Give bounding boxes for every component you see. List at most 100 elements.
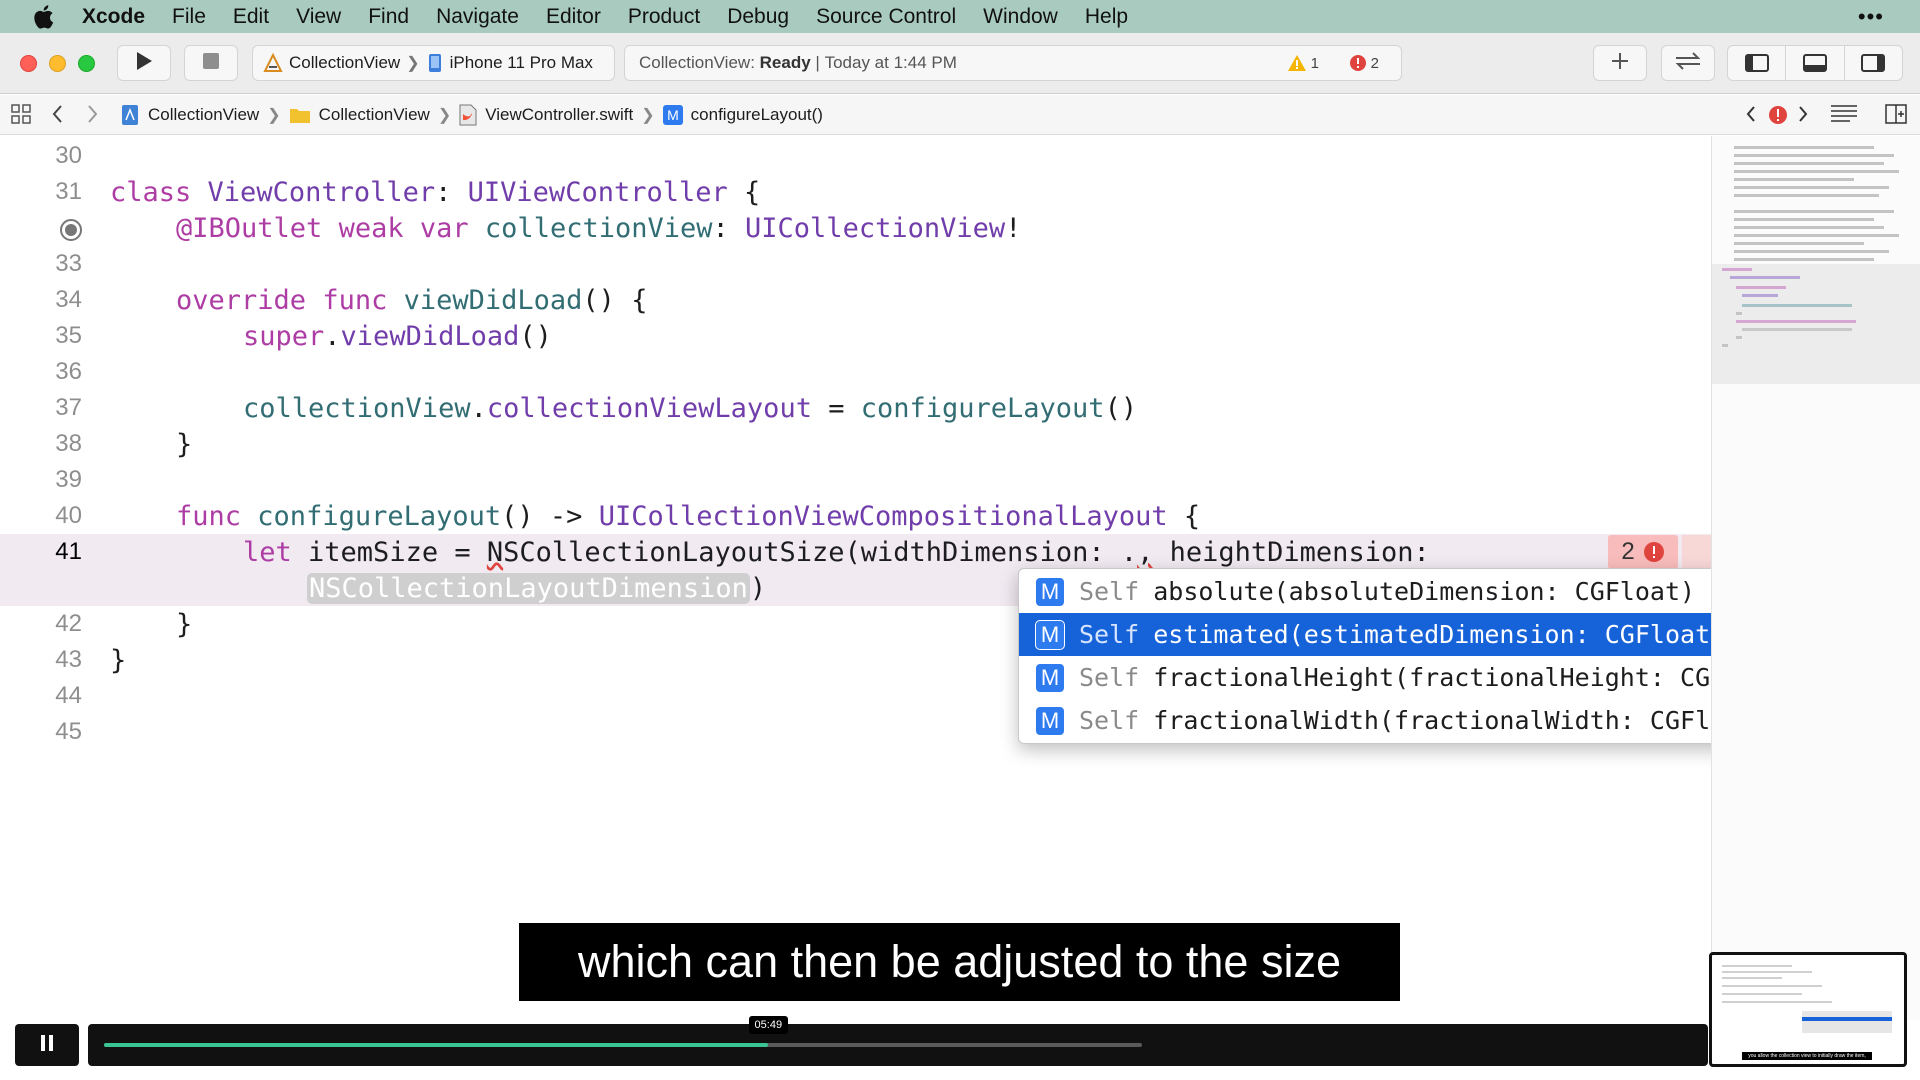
warning-indicator[interactable]: 1	[1287, 54, 1319, 72]
device-icon	[426, 53, 444, 73]
punctuation: :	[712, 212, 729, 244]
stop-icon	[203, 52, 219, 74]
code-line[interactable]: 31 class ViewController: UIViewControlle…	[0, 174, 1711, 210]
menu-view[interactable]: View	[296, 5, 341, 29]
code-text: func configureLayout() -> UICollectionVi…	[176, 501, 1200, 532]
menu-editor[interactable]: Editor	[546, 5, 601, 29]
time-tooltip: 05:49	[748, 1016, 789, 1034]
run-button[interactable]	[117, 45, 171, 81]
navigator-toggle-icon[interactable]	[1728, 46, 1787, 80]
code-line[interactable]: 35 super.viewDidLoad()	[0, 318, 1711, 354]
progress-track[interactable]	[104, 1043, 1142, 1047]
keyword: func	[176, 500, 242, 532]
type-name: SCollectionLayoutSize	[503, 536, 845, 568]
code-text: }	[176, 428, 193, 460]
line-number: 37	[55, 394, 82, 421]
completion-return-type: Self	[1079, 577, 1140, 606]
minimize-window-button[interactable]	[49, 55, 66, 72]
attribute: @IBOutlet	[176, 212, 323, 244]
line-number: 43	[55, 646, 82, 673]
code-line[interactable]: 37 collectionView.collectionViewLayout =…	[0, 390, 1711, 426]
video-progress-bar[interactable]	[88, 1024, 1708, 1066]
add-editor-split-icon[interactable]	[1884, 103, 1908, 130]
code-line[interactable]: 33	[0, 246, 1711, 282]
crumb-file-label: ViewController.swift	[485, 105, 634, 124]
apple-logo-icon[interactable]	[30, 4, 56, 30]
code-line[interactable]: 40 func configureLayout() -> UICollectio…	[0, 498, 1711, 534]
menu-file[interactable]: File	[172, 5, 206, 29]
menu-help[interactable]: Help	[1085, 5, 1128, 29]
crumb-project[interactable]: CollectionView	[120, 104, 259, 126]
editor-options-lines-icon[interactable]	[1830, 103, 1858, 130]
placeholder-token[interactable]: NSCollectionLayoutDimension	[307, 572, 750, 604]
menu-extras-icon[interactable]: •••	[1858, 4, 1884, 30]
svg-text:M: M	[667, 107, 679, 123]
code-line[interactable]: 34 override func viewDidLoad() {	[0, 282, 1711, 318]
code-line[interactable]: @IBOutlet weak var collectionView: UICol…	[0, 210, 1711, 246]
outlet-connection-icon[interactable]	[59, 218, 83, 247]
previous-issue-chevron-icon[interactable]	[1744, 103, 1758, 130]
issue-error-icon[interactable]	[1768, 105, 1788, 130]
progress-fill	[104, 1043, 769, 1047]
line-number: 45	[55, 718, 82, 745]
menu-find[interactable]: Find	[368, 5, 409, 29]
next-issue-chevron-icon[interactable]	[1796, 103, 1810, 130]
scheme-selector[interactable]: CollectionView ❯ iPhone 11 Pro Max	[252, 45, 615, 81]
inline-error-badge[interactable]: 2	[1608, 535, 1678, 569]
device-name[interactable]: iPhone 11 Pro Max	[450, 53, 593, 73]
inspector-toggle-icon[interactable]	[1845, 46, 1902, 80]
crumb-file[interactable]: ViewController.swift	[459, 104, 633, 126]
crumb-group[interactable]: CollectionView	[289, 105, 430, 125]
code-review-button[interactable]	[1661, 45, 1715, 81]
panel-toggles	[1727, 45, 1903, 81]
menu-debug[interactable]: Debug	[727, 5, 789, 29]
keyword: override	[176, 284, 307, 316]
menu-app-xcode[interactable]: Xcode	[82, 5, 145, 29]
forward-chevron-icon[interactable]	[84, 103, 100, 130]
minimap-visible-region[interactable]	[1712, 264, 1920, 384]
swift-file-icon	[459, 104, 477, 126]
code-line-current[interactable]: 41 let itemSize = NSCollectionLayoutSize…	[0, 534, 1711, 570]
code-line[interactable]: 38 }	[0, 426, 1711, 462]
pause-button[interactable]	[15, 1024, 79, 1066]
back-chevron-icon[interactable]	[50, 103, 66, 130]
menu-navigate[interactable]: Navigate	[436, 5, 519, 29]
keyword: let	[243, 536, 292, 568]
code-line[interactable]: 39	[0, 462, 1711, 498]
superclass-name: UIViewController	[467, 176, 728, 208]
close-window-button[interactable]	[20, 55, 37, 72]
menu-window[interactable]: Window	[983, 5, 1058, 29]
video-preview-thumbnail[interactable]: you allow the collection view to initial…	[1709, 952, 1907, 1067]
crumb-symbol[interactable]: M configureLayout()	[662, 105, 823, 125]
library-add-button[interactable]	[1593, 45, 1647, 81]
menu-product[interactable]: Product	[628, 5, 700, 29]
code-text: }	[110, 644, 127, 676]
menu-source-control[interactable]: Source Control	[816, 5, 956, 29]
inline-error-count: 2	[1621, 538, 1635, 565]
punctuation: :	[435, 176, 452, 208]
punctuation: .	[470, 392, 487, 424]
stop-button[interactable]	[184, 45, 238, 81]
debug-area-toggle-icon[interactable]	[1786, 46, 1845, 80]
code-text: NSCollectionLayoutDimension)	[307, 572, 766, 604]
completion-return-type: Self	[1079, 620, 1140, 649]
error-indicator[interactable]: 2	[1349, 54, 1379, 72]
minimap[interactable]	[1711, 136, 1920, 1020]
error-circle-icon	[1349, 54, 1367, 72]
zoom-window-button[interactable]	[78, 55, 95, 72]
activity-status: CollectionView: Ready | Today at 1:44 PM…	[624, 45, 1402, 81]
plus-icon	[1611, 52, 1629, 75]
scheme-name[interactable]: CollectionView	[289, 53, 400, 73]
menu-bar: Xcode File Edit View Find Navigate Edito…	[0, 0, 1920, 33]
related-items-grid-icon[interactable]	[10, 103, 32, 130]
type-name: UICollectionViewCompositionalLayout	[598, 500, 1168, 532]
code-line[interactable]: 30	[0, 138, 1711, 174]
app-target-icon	[263, 53, 283, 73]
line-number: 41	[55, 538, 82, 565]
operator: =	[811, 392, 861, 424]
function-call: configureLayout	[860, 392, 1105, 424]
error-count: 2	[1370, 54, 1379, 72]
warning-triangle-icon	[1287, 54, 1307, 72]
code-line[interactable]: 36	[0, 354, 1711, 390]
menu-edit[interactable]: Edit	[233, 5, 269, 29]
